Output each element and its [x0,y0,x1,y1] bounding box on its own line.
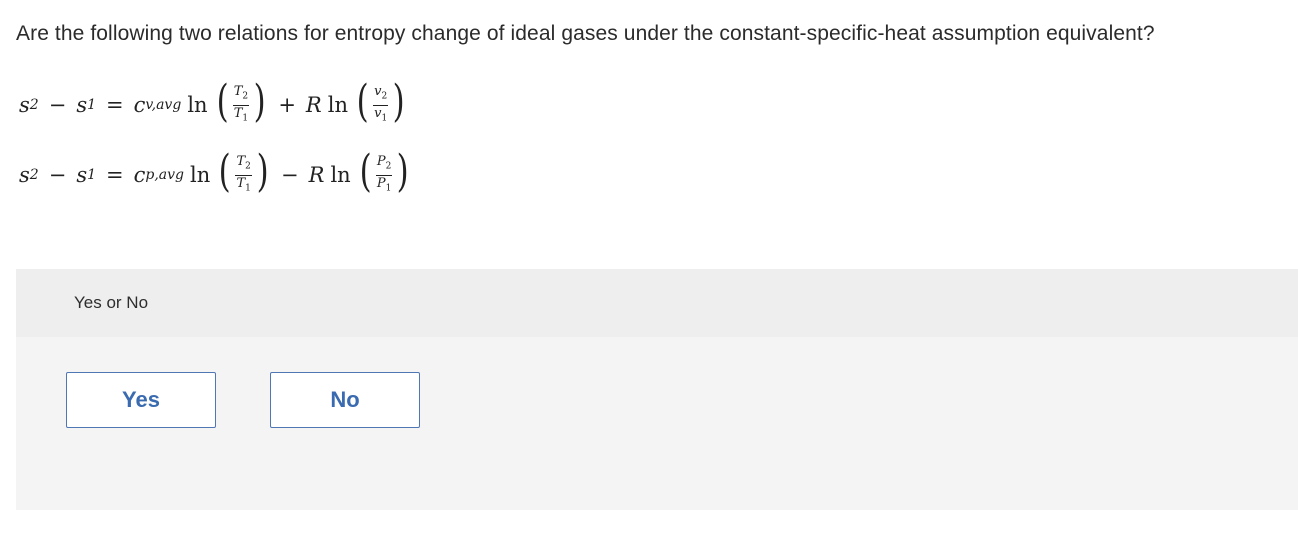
eq2-frac2-num-sub: 2 [385,161,392,172]
eq2-r: R [308,163,325,187]
eq2-minus: − [48,163,67,187]
eq2-c-sub: p,avg [145,167,185,183]
eq2-paren-open-2: ( [359,146,372,197]
yes-button[interactable]: Yes [66,372,216,428]
eq2-frac1-num: T [236,153,246,169]
equation-2: s2 − s1 = c p,avg ln ( T2 T1 ) − R ln ( P… [19,150,412,200]
eq2-frac2-den: P [376,175,386,191]
eq1-c-sub: v,avg [145,97,182,113]
eq2-frac2-den-sub: 1 [385,183,392,194]
eq2-frac1-den: T [236,175,246,191]
eq2-ln2: ln [330,163,351,187]
eq1-equals: = [106,93,124,117]
eq1-frac2-den: v [374,105,382,121]
prompt-text: Yes or No [74,293,149,312]
eq2-frac2-num: P [376,153,386,169]
eq2-op: − [281,163,299,187]
eq1-op: + [278,93,296,117]
eq2-fraction-p: P2 P1 [375,153,393,195]
eq2-s2-sub: 2 [29,167,39,183]
eq2-s2: s [19,163,30,187]
eq2-s1-sub: 1 [87,167,97,183]
eq1-s1: s [76,93,88,117]
no-button[interactable]: No [270,372,420,428]
question-text: Are the following two relations for entr… [16,22,1155,45]
eq1-frac2-num: v [374,83,382,99]
eq2-paren-open-1: ( [218,146,231,197]
eq1-frac1-den-sub: 1 [242,113,249,124]
prompt-bar: Yes or No [16,269,1298,337]
answer-area: Yes No [16,337,1298,510]
eq2-c: c [133,163,146,187]
eq2-equals: = [106,163,124,187]
eq1-r: R [305,93,322,117]
equation-1: s2 − s1 = c v,avg ln ( T2 T1 ) + R ln ( v… [19,80,407,130]
eq2-frac1-num-sub: 2 [245,161,251,172]
eq2-paren-close-1: ) [256,146,269,197]
eq1-ln: ln [187,93,208,117]
eq1-frac1-num-sub: 2 [242,91,249,102]
eq1-paren-open-2: ( [356,76,369,127]
eq1-paren-open-1: ( [216,76,229,127]
eq1-c: c [133,93,146,117]
eq1-ln2: ln [327,93,348,117]
eq1-frac2-num-sub: 2 [381,91,388,102]
eq1-s1-sub: 1 [87,97,97,113]
eq1-paren-close-1: ) [253,76,266,127]
eq2-frac1-den-sub: 1 [245,183,251,194]
eq2-ln: ln [190,163,211,187]
eq1-fraction-t: T2 T1 [232,85,250,125]
eq1-frac2-den-sub: 1 [381,113,388,124]
eq2-fraction-t: T2 T1 [235,153,252,195]
eq1-fraction-v: v2 v1 [373,83,389,125]
eq2-s1: s [76,163,88,187]
eq1-s2-sub: 2 [29,97,39,113]
eq1-minus: − [48,93,67,117]
eq2-paren-close-2: ) [396,146,409,197]
eq1-s2: s [19,93,30,117]
eq1-paren-close-2: ) [392,76,405,127]
